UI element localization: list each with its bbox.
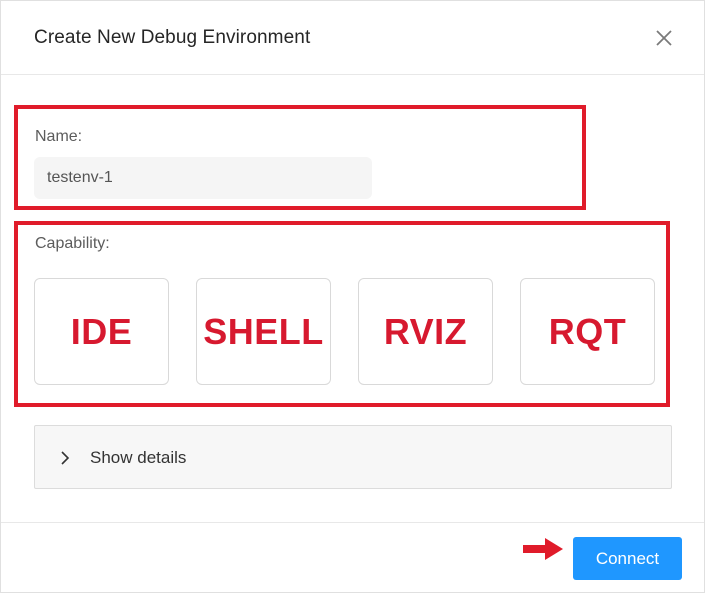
dialog-header: Create New Debug Environment [1, 1, 704, 75]
red-arrow-icon [523, 538, 563, 560]
connect-button[interactable]: Connect [573, 537, 682, 580]
footer-divider [1, 522, 704, 523]
dialog-title: Create New Debug Environment [34, 27, 311, 48]
capability-highlight-box [14, 221, 670, 407]
name-highlight-box [14, 105, 586, 210]
show-details-label: Show details [90, 448, 187, 467]
debug-environment-dialog: Create New Debug Environment Name: Capab… [0, 0, 705, 593]
chevron-right-icon [61, 451, 70, 465]
close-icon[interactable] [653, 27, 675, 49]
show-details-collapse[interactable]: Show details [34, 425, 672, 489]
